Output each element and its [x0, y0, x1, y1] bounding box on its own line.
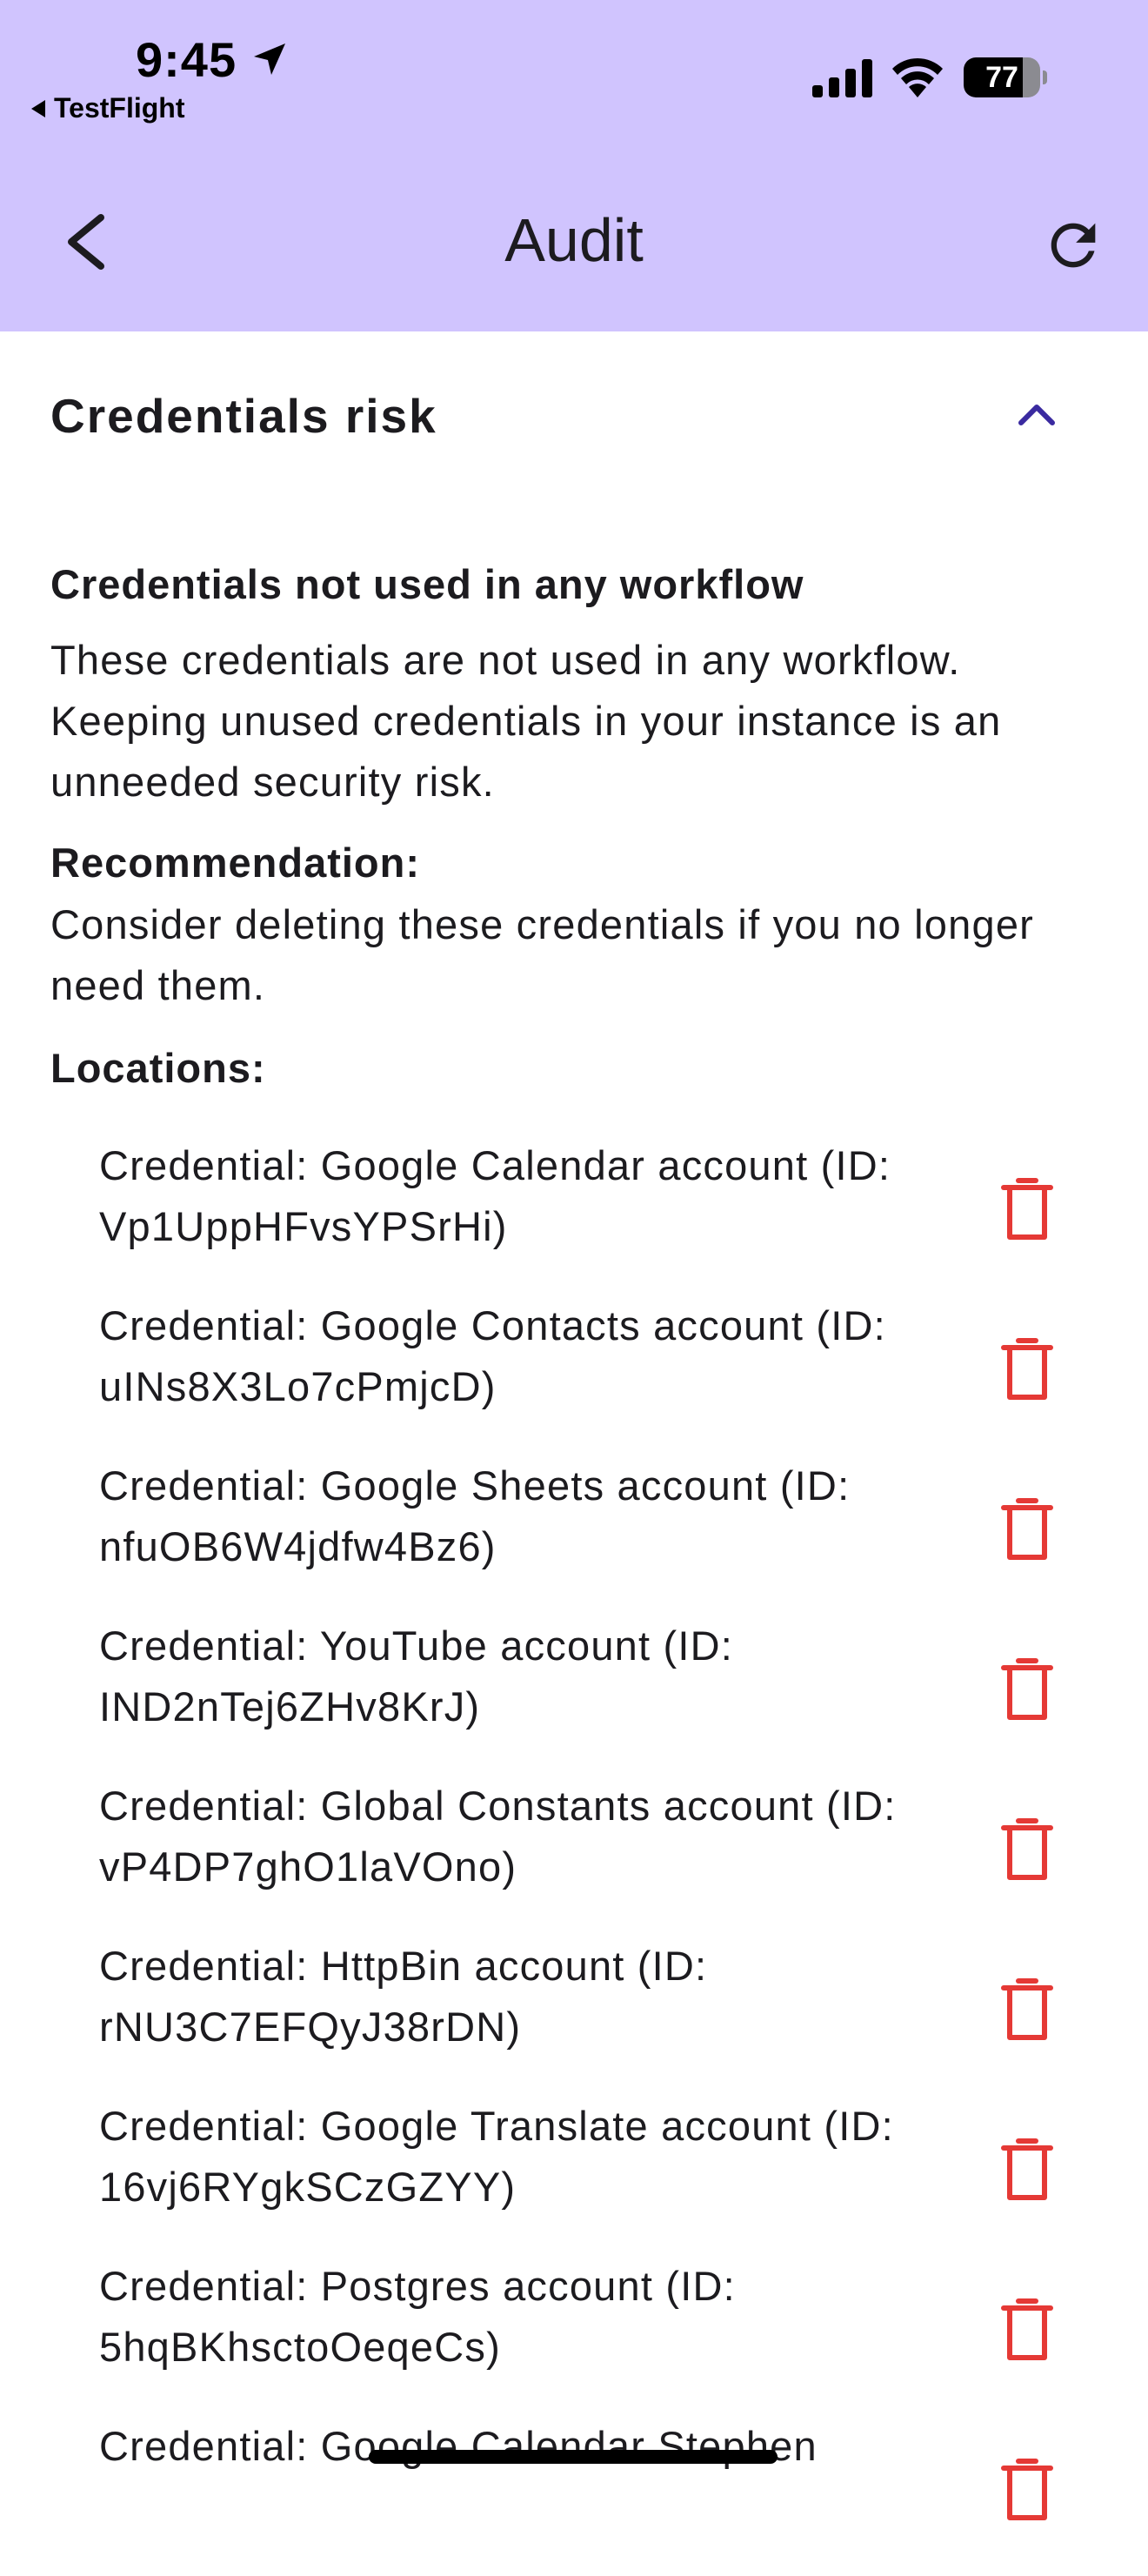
credential-location-text: Credential: Google Sheets account (ID: n… [99, 1462, 851, 1569]
app-header: 9:45 TestFlight 77 Audit [0, 0, 1148, 331]
location-arrow-icon [254, 43, 285, 75]
recommendation-text: Consider deleting these credentials if y… [50, 901, 1035, 1008]
back-triangle-icon [31, 99, 45, 117]
list-item: Credential: HttpBin account (ID: rNU3C7E… [0, 1936, 1148, 2096]
chevron-up-icon[interactable] [1011, 397, 1063, 432]
refresh-icon[interactable] [1040, 212, 1106, 278]
back-app-label: TestFlight [54, 92, 185, 124]
locations-list: Credential: Google Calendar account (ID:… [0, 1135, 1148, 2576]
risk-details: Credentials not used in any workflow The… [50, 557, 1111, 1096]
list-item: Credential: Google Contacts account (ID:… [0, 1295, 1148, 1455]
risk-description: These credentials are not used in any wo… [50, 637, 1002, 805]
list-item: Credential: Google Calendar account (ID:… [0, 1135, 1148, 1295]
list-item: Credential: Global Constants account (ID… [0, 1776, 1148, 1936]
recommendation-label: Recommendation: [50, 840, 420, 886]
battery-indicator: 77 [964, 57, 1047, 97]
trash-icon[interactable] [997, 1816, 1058, 1885]
cellular-signal-icon [812, 59, 872, 97]
list-item: Credential: Postgres account (ID: 5hqBKh… [0, 2256, 1148, 2416]
credential-location-text: Credential: YouTube account (ID: IND2nTe… [99, 1623, 734, 1730]
trash-icon[interactable] [997, 1656, 1058, 1725]
credential-location-text: Credential: Google Calendar account (ID:… [99, 1142, 891, 1249]
page-title: Audit [504, 206, 644, 274]
trash-icon[interactable] [997, 2136, 1058, 2205]
list-item: Credential: Google Translate account (ID… [0, 2096, 1148, 2256]
section-title: Credentials risk [50, 389, 437, 443]
list-item: Credential: Google Calendar Stephen [0, 2416, 1148, 2576]
trash-icon[interactable] [997, 2296, 1058, 2365]
credential-location-text: Credential: HttpBin account (ID: rNU3C7E… [99, 1943, 708, 2050]
list-item: Credential: YouTube account (ID: IND2nTe… [0, 1616, 1148, 1776]
risk-heading: Credentials not used in any workflow [50, 561, 804, 607]
locations-label: Locations: [50, 1045, 266, 1091]
list-item: Credential: Google Sheets account (ID: n… [0, 1455, 1148, 1616]
trash-icon[interactable] [997, 1335, 1058, 1405]
credential-location-text: Credential: Google Calendar Stephen [99, 2423, 818, 2469]
status-time: 9:45 [136, 32, 237, 87]
credential-location-text: Credential: Postgres account (ID: 5hqBKh… [99, 2263, 736, 2370]
wifi-icon [892, 57, 943, 97]
home-indicator[interactable] [369, 2450, 778, 2464]
trash-icon[interactable] [997, 1175, 1058, 1245]
back-to-testflight-link[interactable]: TestFlight [31, 92, 185, 124]
credentials-risk-section-header[interactable]: Credentials risk [50, 383, 1098, 452]
trash-icon[interactable] [997, 2456, 1058, 2526]
credential-location-text: Credential: Global Constants account (ID… [99, 1783, 897, 1890]
trash-icon[interactable] [997, 1495, 1058, 1565]
credential-location-text: Credential: Google Contacts account (ID:… [99, 1302, 886, 1409]
battery-level-text: 77 [985, 61, 1018, 94]
trash-icon[interactable] [997, 1976, 1058, 2045]
credential-location-text: Credential: Google Translate account (ID… [99, 2103, 894, 2210]
